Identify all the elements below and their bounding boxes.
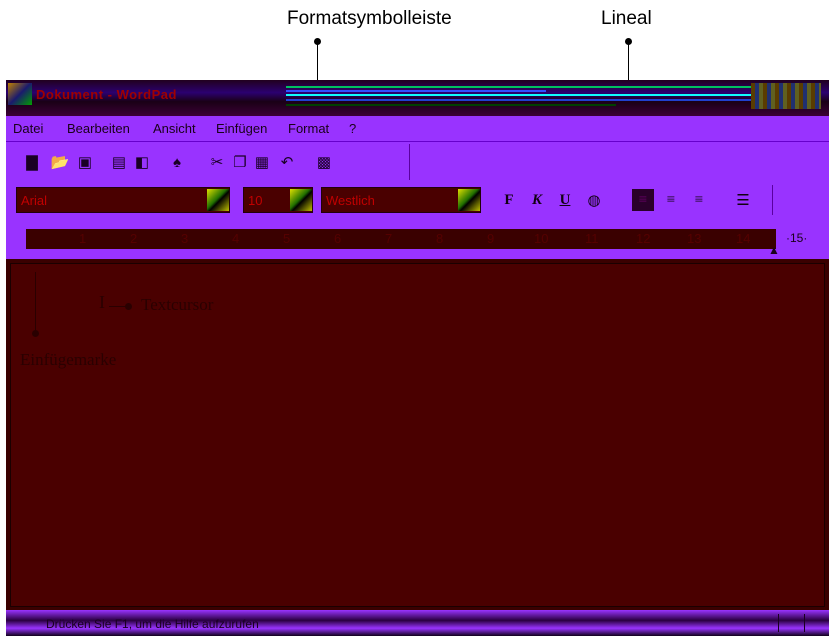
- find-icon[interactable]: ♠: [168, 153, 186, 171]
- bullet-list-icon[interactable]: ☰: [732, 189, 754, 211]
- status-bar: Drücken Sie F1, um die Hilfe aufzurufen: [6, 610, 829, 636]
- ruler-number: 10: [534, 231, 549, 246]
- align-left-icon[interactable]: ≡: [632, 189, 654, 211]
- textcursor-label: Textcursor: [141, 295, 214, 314]
- status-panel-divider: [778, 614, 779, 632]
- align-right-icon[interactable]: ≡: [688, 189, 710, 211]
- size-dropdown-icon[interactable]: [290, 189, 312, 211]
- open-folder-icon[interactable]: 📂: [51, 153, 70, 171]
- color-palette-icon[interactable]: ◍: [583, 189, 605, 211]
- menu-bar: Datei Bearbeiten Ansicht Einfügen Format…: [6, 116, 829, 141]
- script-value: Westlich: [326, 193, 375, 208]
- status-panel-divider: [804, 614, 805, 632]
- callout-lineal: Lineal: [601, 8, 652, 29]
- menu-ansicht[interactable]: Ansicht: [153, 121, 196, 136]
- script-select[interactable]: Westlich: [321, 187, 481, 213]
- italic-button[interactable]: K: [526, 189, 548, 211]
- ruler-number: 12: [636, 231, 651, 246]
- print-preview-icon[interactable]: ◧: [133, 153, 151, 171]
- ruler-number: 1: [79, 231, 87, 246]
- ruler-number: 4: [232, 231, 240, 246]
- font-dropdown-icon[interactable]: [207, 189, 229, 211]
- status-text: Drücken Sie F1, um die Hilfe aufzurufen: [46, 617, 259, 631]
- callout-formatsymbolleiste: Formatsymbolleiste: [287, 8, 452, 29]
- ruler-number: 8: [436, 231, 444, 246]
- ruler-number: 14: [736, 231, 751, 246]
- einfuegemarke-label: Einfügemarke: [20, 350, 117, 369]
- ruler-number: 2: [130, 231, 138, 246]
- text-cursor-icon: I: [99, 292, 105, 312]
- ruler-number: 11: [585, 231, 599, 246]
- undo-icon[interactable]: ↶: [278, 153, 296, 171]
- insertion-mark-line: [35, 272, 36, 334]
- standard-toolbar: ▇ 📂 ▣ ▤ ◧ ♠ ✂ ❐ ▦ ↶ ▩: [6, 141, 829, 182]
- menu-bearbeiten[interactable]: Bearbeiten: [67, 121, 130, 136]
- ruler-number: 13: [687, 231, 702, 246]
- insertion-mark-dot: [32, 330, 39, 337]
- ruler-number: 6: [334, 231, 342, 246]
- align-center-icon[interactable]: ≡: [660, 189, 682, 211]
- copy-icon[interactable]: ❐: [231, 153, 249, 171]
- title-bar[interactable]: Dokument - WordPad: [6, 80, 829, 116]
- bold-button[interactable]: F: [498, 189, 520, 211]
- ruler-number: 7: [385, 231, 393, 246]
- font-name-value: Arial: [21, 193, 48, 208]
- wordpad-app-icon[interactable]: [8, 83, 32, 105]
- wordpad-window: Dokument - WordPad Datei Bearbeiten Ansi…: [6, 80, 829, 636]
- cut-icon[interactable]: ✂: [208, 153, 226, 171]
- title-bar-decoration: [286, 84, 756, 110]
- date-time-icon[interactable]: ▩: [315, 153, 333, 171]
- ruler[interactable]: ⧗ 1 2 3 4 5 6 7 8 9 10 11 12 13 14 ▲ ·15…: [6, 219, 829, 259]
- underline-button[interactable]: U: [554, 189, 576, 211]
- menu-datei[interactable]: Datei: [13, 121, 43, 136]
- ruler-number: 5: [283, 231, 291, 246]
- menu-einfuegen[interactable]: Einfügen: [216, 121, 267, 136]
- paste-icon[interactable]: ▦: [253, 153, 271, 171]
- document-area[interactable]: I Textcursor Einfügemarke: [10, 263, 825, 607]
- window-title: Dokument - WordPad: [36, 87, 177, 102]
- ruler-number: 9: [487, 231, 495, 246]
- new-document-icon[interactable]: ▇: [23, 153, 41, 171]
- format-toolbar: Arial 10 Westlich F K U ◍ ≡ ≡ ≡ ☰: [6, 181, 829, 219]
- ruler-end: ·15·: [778, 229, 829, 249]
- font-size-select[interactable]: 10: [243, 187, 313, 213]
- ruler-number: 3: [181, 231, 189, 246]
- script-dropdown-icon[interactable]: [458, 189, 480, 211]
- print-icon[interactable]: ▤: [110, 153, 128, 171]
- toolbar-separator: [409, 144, 410, 180]
- menu-help[interactable]: ?: [349, 121, 356, 136]
- font-size-value: 10: [248, 193, 263, 208]
- font-name-select[interactable]: Arial: [16, 187, 230, 213]
- format-toolbar-end: [772, 185, 773, 215]
- save-icon[interactable]: ▣: [76, 153, 94, 171]
- menu-format[interactable]: Format: [288, 121, 329, 136]
- ruler-end-label: ·15·: [786, 231, 808, 245]
- window-control-buttons[interactable]: [751, 83, 821, 109]
- ruler-scale: [26, 229, 776, 249]
- text-cursor-pointer-dot: [125, 303, 132, 310]
